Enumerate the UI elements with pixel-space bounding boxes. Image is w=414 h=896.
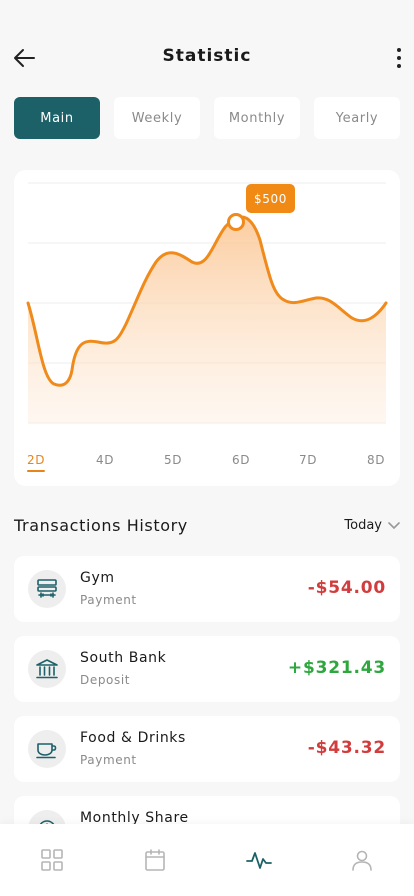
- nav-dashboard[interactable]: [22, 830, 82, 890]
- x-label-2d[interactable]: 2D: [26, 453, 46, 472]
- dot: [397, 48, 401, 52]
- cup-icon: [28, 730, 66, 768]
- transaction-type: Deposit: [80, 673, 131, 687]
- dot: [397, 56, 401, 60]
- header: Statistic: [0, 36, 414, 80]
- dot: [397, 64, 401, 68]
- statistic-chart: $500 2D 4D 5D 6D 7D 8D: [14, 170, 400, 486]
- x-label-7d[interactable]: 7D: [299, 453, 317, 467]
- page-title: Statistic: [162, 46, 252, 66]
- more-menu-button[interactable]: [394, 44, 404, 72]
- chart-area: [28, 217, 386, 423]
- section-title: Transactions History: [14, 516, 188, 535]
- x-label-6d[interactable]: 6D: [232, 453, 250, 467]
- grid-icon: [40, 849, 63, 871]
- x-label-8d[interactable]: 8D: [367, 453, 385, 467]
- nav-profile[interactable]: [332, 830, 392, 890]
- chart-plot: [26, 182, 388, 424]
- tab-main[interactable]: Main: [14, 97, 100, 139]
- transaction-name: Gym: [80, 570, 115, 586]
- tab-monthly[interactable]: Monthly: [214, 97, 300, 139]
- calendar-icon: [145, 849, 166, 871]
- transaction-item-south-bank[interactable]: South Bank Deposit +$321.43: [14, 636, 400, 702]
- tab-yearly[interactable]: Yearly: [314, 97, 400, 139]
- transactions-header: Transactions History Today: [14, 514, 400, 538]
- transaction-name: Food & Drinks: [80, 730, 186, 746]
- filter-label: Today: [344, 518, 382, 533]
- tab-weekly[interactable]: Weekly: [114, 97, 200, 139]
- profile-icon: [352, 850, 373, 871]
- nav-statistics[interactable]: [229, 830, 289, 890]
- transaction-amount: -$54.00: [307, 578, 386, 598]
- chart-tooltip: $500: [246, 184, 295, 213]
- bank-icon: [28, 650, 66, 688]
- activity-icon: [245, 852, 272, 869]
- transaction-amount: +$321.43: [287, 658, 386, 678]
- bottom-navigation: [0, 824, 414, 896]
- x-label-4d[interactable]: 4D: [96, 453, 114, 467]
- transaction-amount: -$43.32: [307, 738, 386, 758]
- chart-highlight-point[interactable]: [227, 213, 245, 231]
- chevron-down-icon: [388, 521, 400, 529]
- nav-calendar[interactable]: [125, 830, 185, 890]
- period-tabs: Main Weekly Monthly Yearly: [14, 97, 400, 139]
- gym-icon: [28, 570, 66, 608]
- x-axis-labels: 2D 4D 5D 6D 7D 8D: [14, 453, 400, 477]
- transaction-item-gym[interactable]: Gym Payment -$54.00: [14, 556, 400, 622]
- transaction-type: Payment: [80, 753, 137, 767]
- transaction-type: Payment: [80, 593, 137, 607]
- date-filter-dropdown[interactable]: Today: [344, 518, 400, 533]
- transaction-item-food-drinks[interactable]: Food & Drinks Payment -$43.32: [14, 716, 400, 782]
- x-label-5d[interactable]: 5D: [164, 453, 182, 467]
- transaction-name: South Bank: [80, 650, 167, 666]
